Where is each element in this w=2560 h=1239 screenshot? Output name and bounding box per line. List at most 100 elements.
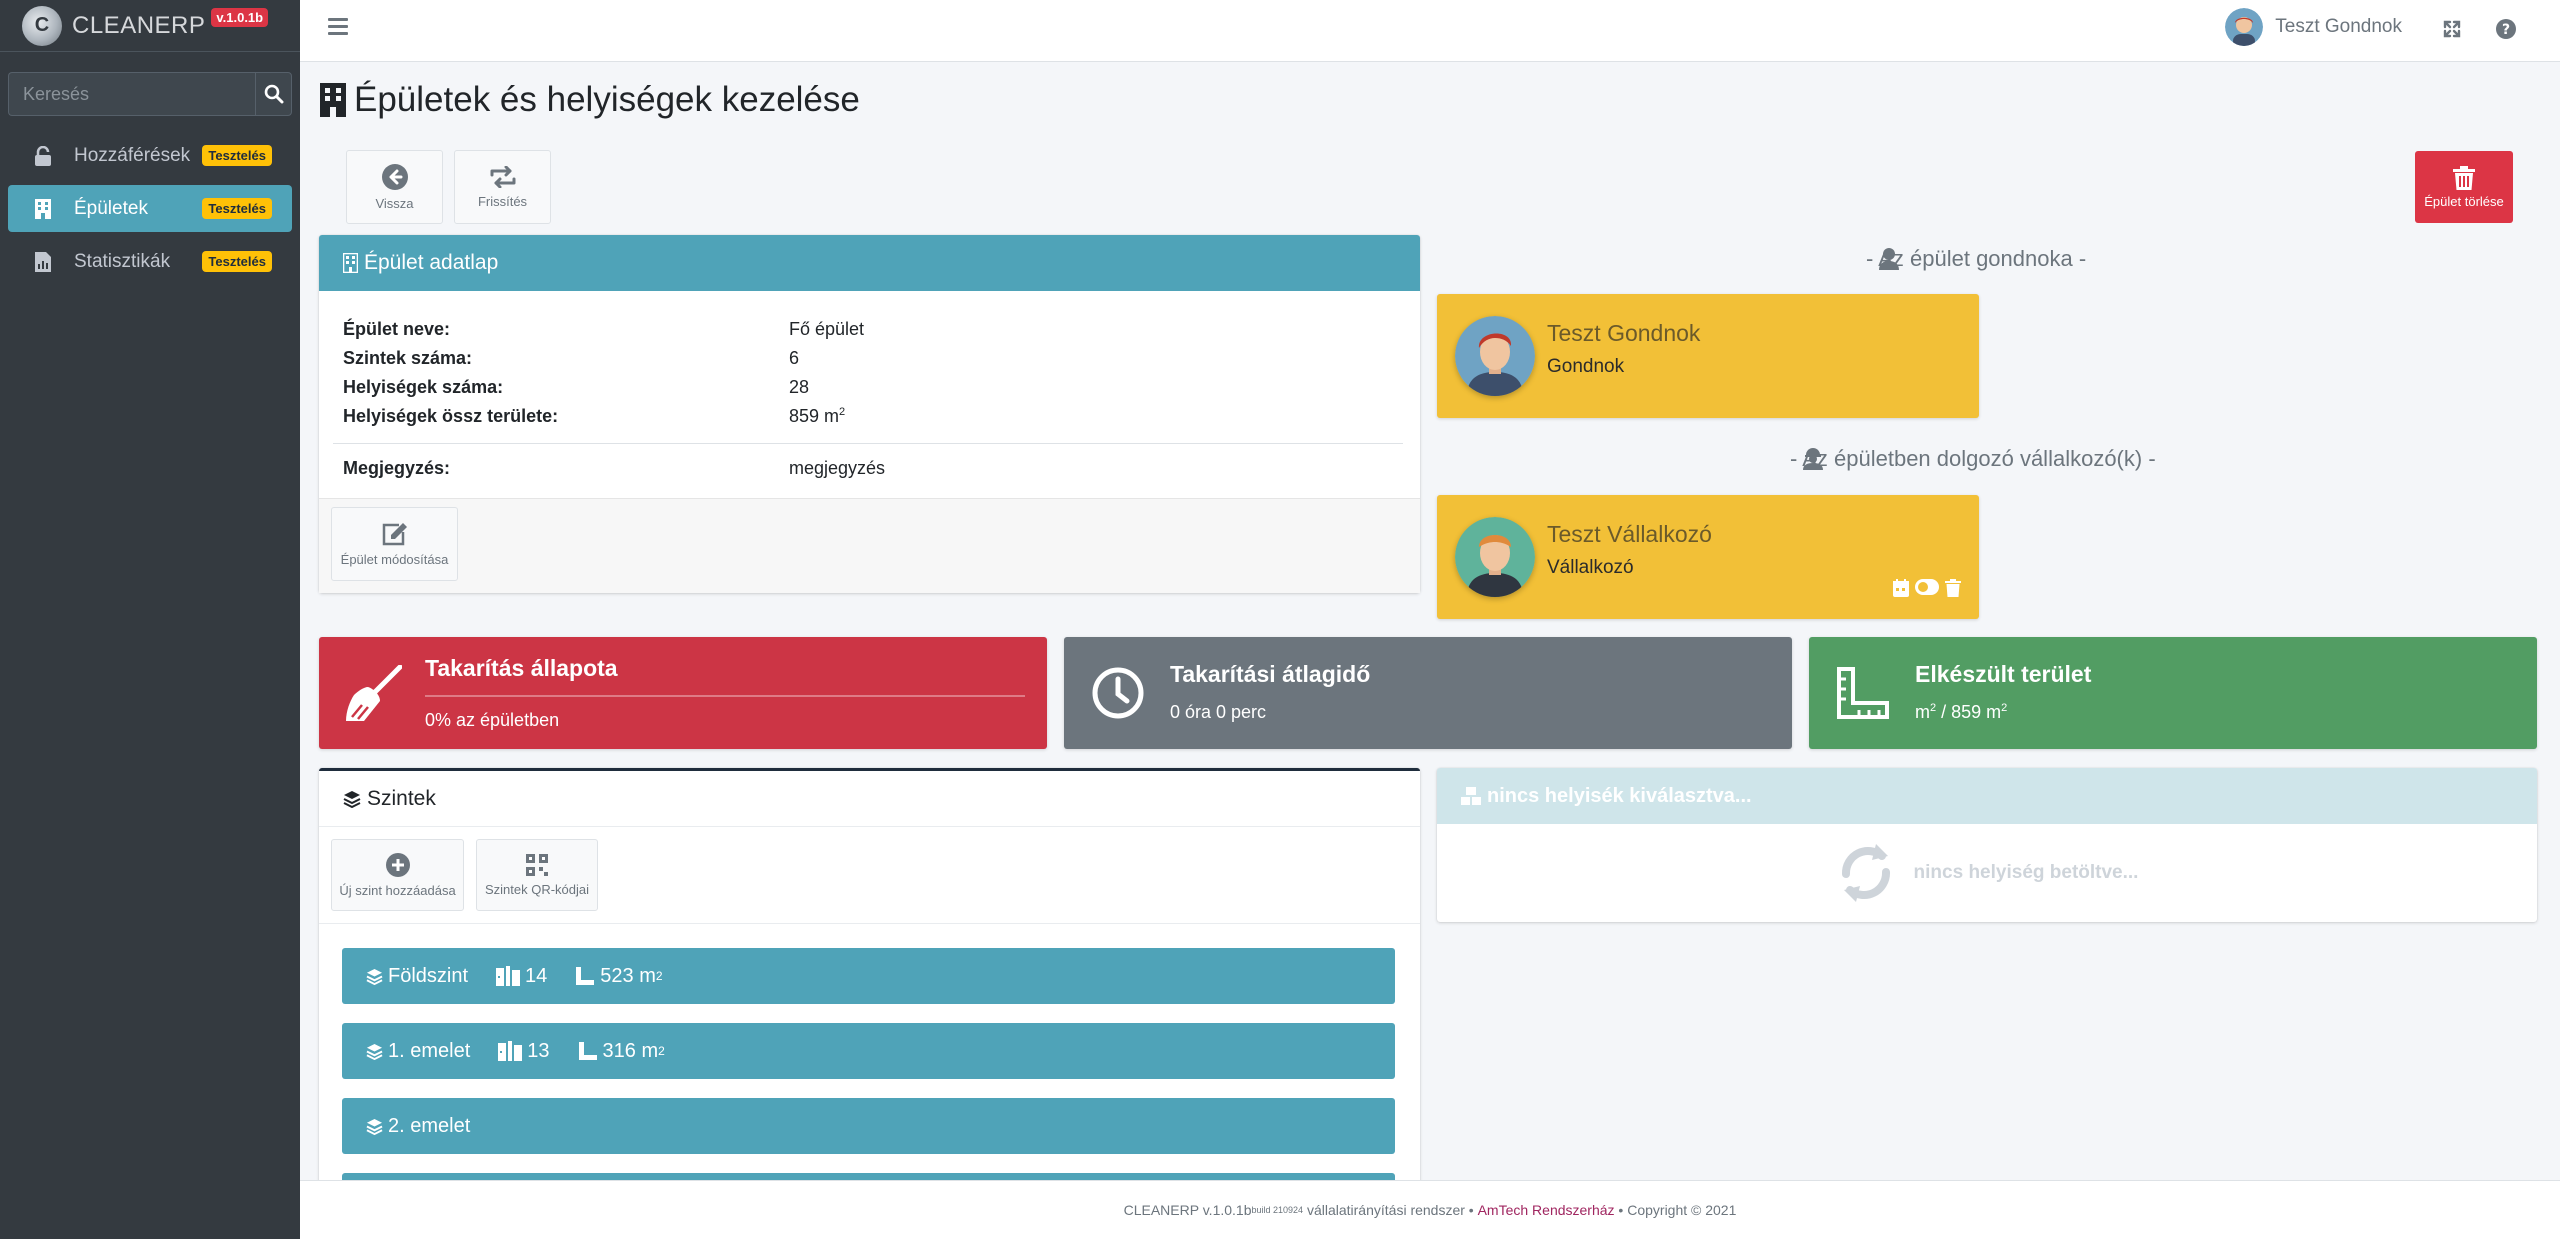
building-icon (343, 253, 358, 273)
level-rooms-count: 13 (527, 1039, 550, 1062)
door-open-icon (496, 966, 521, 986)
status-badge: Tesztelés (202, 145, 272, 166)
door-open-icon (498, 1041, 523, 1061)
sidebar-item-label: Statisztikák (74, 250, 171, 272)
room-panel-header: nincs helyisék kiválasztva... (1437, 768, 2537, 824)
status-badge: Tesztelés (202, 251, 272, 272)
page-title-text: Épületek és helyiségek kezelése (354, 80, 860, 119)
edit-building-button[interactable]: Épület módosítása (331, 507, 458, 581)
sidebar-item-label: Épületek (74, 197, 148, 219)
trash-icon[interactable] (1945, 579, 1961, 597)
brand-logo: C (22, 5, 62, 46)
done-area-total: / 859 m (1936, 702, 2002, 722)
sidebar-nav: Hozzáférések Tesztelés Épületek Tesztelé… (0, 132, 300, 285)
broom-icon (341, 665, 405, 721)
caretaker-name: Teszt Gondnok (1547, 320, 1701, 346)
calendar-icon[interactable] (1893, 579, 1909, 597)
building-card-footer (319, 498, 1420, 593)
sidebar-item-epuletek[interactable]: Épületek Tesztelés (8, 185, 292, 232)
level-name-text: 2. emelet (388, 1114, 471, 1137)
delete-building-button[interactable]: Épület törlése (2415, 151, 2513, 223)
refresh-label: Frissítés (477, 193, 528, 209)
field-label: Szintek száma: (343, 348, 473, 368)
user-name: Teszt Gondnok (2275, 16, 2402, 37)
level-area-value: 523 m (600, 964, 656, 987)
room-panel-empty: nincs helyiség betöltve... (1913, 862, 2139, 883)
sidebar-item-statisztikak[interactable]: Statisztikák Tesztelés (8, 238, 292, 285)
user-menu[interactable]: Teszt Gondnok (2225, 8, 2402, 46)
back-button[interactable]: Vissza (346, 150, 443, 224)
cleaning-status-sub: 0% az épületben (425, 710, 560, 730)
field-value: Fő épület (789, 319, 865, 339)
level-row-2-emelet[interactable]: 2. emelet (342, 1098, 1395, 1154)
layers-icon (366, 968, 383, 985)
svg-text:?: ? (2502, 22, 2510, 38)
menu-toggle-icon[interactable] (328, 18, 348, 36)
report-icon (32, 251, 54, 273)
avatar (2225, 8, 2264, 46)
plus-circle-icon (385, 852, 410, 877)
building-card-header: Épület adatlap (319, 235, 1420, 291)
area-unit-exponent: 2 (839, 406, 846, 418)
footer-copyright: • Copyright © 2021 (1614, 1202, 1737, 1218)
room-panel-body: nincs helyiség betöltve... (1437, 824, 2537, 922)
caretaker-heading: - Az épület gondnoka - (1866, 246, 2086, 272)
layers-icon (366, 1118, 383, 1135)
divider (319, 923, 1420, 924)
building-card-title: Épület adatlap (364, 251, 499, 274)
levels-qr-button[interactable]: Szintek QR-kódjai (476, 839, 598, 911)
back-label: Vissza (375, 195, 414, 211)
delete-label: Épület törlése (2424, 193, 2504, 209)
contractor-name: Teszt Vállalkozó (1547, 521, 1712, 547)
level-area: 316 m2 (578, 1040, 665, 1063)
add-level-label: Új szint hozzáadása (339, 882, 456, 898)
contractors-heading-text: - Az épületben dolgozó vállalkozó(k) - (1790, 446, 2156, 471)
toggle-icon[interactable] (1915, 579, 1939, 595)
cleaning-status-box: Takarítás állapota 0% az épületben (319, 637, 1047, 749)
note-label: Megjegyzés: (343, 458, 451, 478)
field-value: 859 m2 (789, 406, 845, 427)
edit-icon (382, 522, 407, 545)
ruler-combined-icon (1831, 665, 1895, 721)
refresh-button[interactable]: Frissítés (454, 150, 551, 224)
field-label: Helyiségek össz területe: (343, 406, 559, 426)
level-row-1-emelet[interactable]: 1. emelet 13 316 m2 (342, 1023, 1395, 1079)
note-value: megjegyzés (789, 458, 886, 478)
fullscreen-icon[interactable] (2440, 17, 2464, 41)
search-input[interactable] (8, 72, 255, 116)
footer-build: build 210924 (1251, 1205, 1304, 1215)
level-name: Földszint (366, 965, 468, 988)
caretaker-card[interactable]: Teszt Gondnok Gondnok (1437, 294, 1979, 418)
done-area-box: Elkészült terület m2 / 859 m2 (1809, 637, 2537, 749)
level-area: 523 m2 (575, 964, 663, 988)
level-name-text: Földszint (388, 964, 469, 987)
status-badge: Tesztelés (202, 198, 272, 219)
footer: CLEANERP v.1.0.1b build 210924 vállalatir… (300, 1180, 2560, 1239)
building-icon (32, 198, 54, 220)
contractor-role: Vállalkozó (1547, 557, 1634, 578)
sidebar-item-label: Hozzáférések (74, 144, 191, 166)
help-icon[interactable]: ? (2494, 17, 2518, 41)
add-level-button[interactable]: Új szint hozzáadása (331, 839, 464, 911)
room-panel: nincs helyisék kiválasztva... nincs hely… (1437, 768, 2537, 922)
levels-qr-label: Szintek QR-kódjai (484, 881, 590, 897)
layers-icon (366, 1043, 383, 1060)
contractor-card[interactable]: Teszt Vállalkozó Vállalkozó (1437, 495, 1979, 619)
level-row-foldszint[interactable]: Földszint 14 523 m2 (342, 948, 1395, 1004)
retweet-icon (490, 165, 515, 188)
avg-time-sub: 0 óra 0 perc (1170, 702, 1267, 722)
company-link[interactable]: AmTech Rendszerház (1478, 1202, 1615, 1218)
lock-icon (32, 145, 54, 167)
search-button[interactable] (255, 72, 292, 116)
avg-time-title: Takarítási átlagidő (1170, 661, 1371, 687)
level-name: 1. emelet (366, 1040, 470, 1063)
page-title: Épületek és helyiségek kezelése (320, 80, 860, 120)
sidebar-item-hozzaferesek[interactable]: Hozzáférések Tesztelés (8, 132, 292, 179)
field-value: 28 (789, 377, 810, 397)
footer-desc: vállalatirányítási rendszer • (1303, 1202, 1478, 1218)
ruler-combined-icon (576, 967, 595, 985)
brand[interactable]: C CLEANERP v.1.0.1b (0, 0, 300, 52)
caretaker-role: Gondnok (1547, 356, 1625, 377)
level-area-value: 316 m (602, 1039, 659, 1062)
contractors-heading: - Az épületben dolgozó vállalkozó(k) - (1790, 446, 2156, 472)
